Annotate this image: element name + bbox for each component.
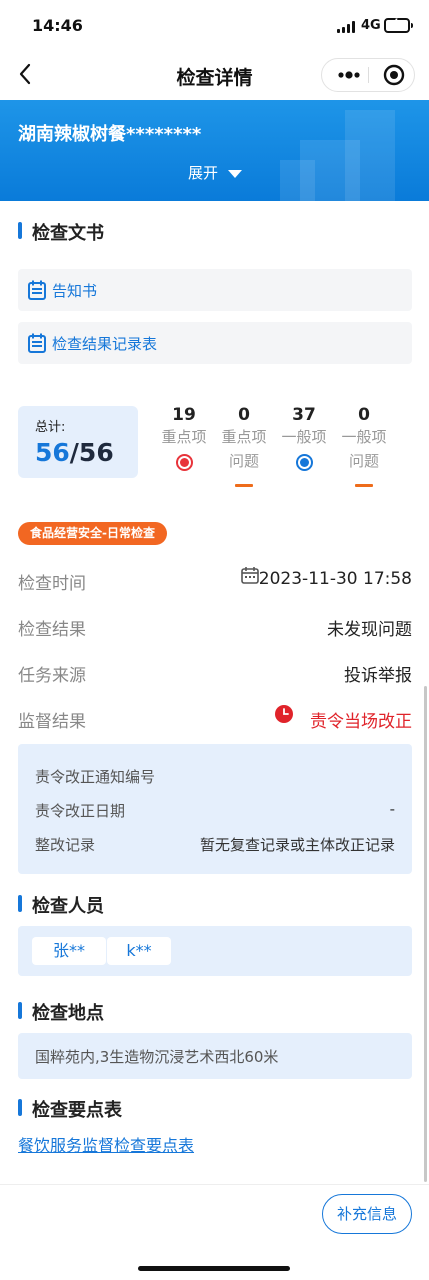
document-notice[interactable]: 告知书 bbox=[18, 269, 412, 311]
orange-dash-icon bbox=[235, 484, 253, 487]
stat-label-line2: 问题 bbox=[228, 452, 259, 470]
inspectors-box: 张** k** bbox=[18, 926, 412, 976]
section-title-inspectors: 检查人员 bbox=[18, 892, 104, 918]
rectify-notice-row: 责令改正通知编号 bbox=[35, 766, 395, 787]
section-title-location: 检查地点 bbox=[18, 999, 104, 1025]
inspect-result-label: 检查结果 bbox=[18, 620, 86, 640]
stat-label: 一般项 bbox=[281, 428, 327, 446]
status-bar: 14:46 4G bbox=[0, 0, 429, 50]
capsule-divider bbox=[368, 67, 369, 83]
stat-label-line2: 问题 bbox=[348, 452, 379, 470]
blue-dot-icon bbox=[295, 454, 313, 471]
stat-value: 0 bbox=[238, 405, 250, 425]
rectify-date-value: - bbox=[389, 800, 395, 818]
rectify-record-value: 暂无复查记录或主体改正记录 bbox=[199, 836, 395, 854]
status-time: 14:46 bbox=[32, 16, 83, 35]
row-inspect-time: 检查时间 2023-11-30 17:58 bbox=[18, 565, 412, 595]
clock-alert-icon bbox=[274, 704, 294, 724]
red-dot-icon bbox=[175, 454, 193, 471]
location-box: 国粹苑内,3生造物沉浸艺术西北60米 bbox=[18, 1033, 412, 1079]
stat-label: 重点项 bbox=[161, 428, 207, 446]
section-title-documents: 检查文书 bbox=[18, 219, 104, 245]
row-inspect-result: 检查结果 未发现问题 bbox=[18, 611, 412, 641]
total-all: /56 bbox=[69, 438, 114, 467]
task-source-label: 任务来源 bbox=[18, 666, 86, 686]
checklist-link[interactable]: 餐饮服务监督检查要点表 bbox=[18, 1132, 194, 1156]
row-task-source: 任务来源 投诉举报 bbox=[18, 657, 412, 687]
inspector-chip: 张** bbox=[32, 937, 106, 965]
stat-general-items[interactable]: 37 一般项 bbox=[276, 405, 332, 471]
total-value: 56/56 bbox=[35, 438, 114, 467]
inspect-time-value: 2023-11-30 17:58 bbox=[258, 569, 412, 589]
more-icon[interactable] bbox=[330, 59, 368, 91]
section-title-checklist: 检查要点表 bbox=[18, 1096, 122, 1122]
document-label: 检查结果记录表 bbox=[52, 335, 158, 353]
stat-value: 37 bbox=[292, 405, 316, 425]
rectify-date-row: 责令改正日期 - bbox=[35, 800, 395, 821]
bottom-action-bar: 补充信息 bbox=[0, 1184, 429, 1280]
building-decoration bbox=[345, 110, 395, 201]
calendar-icon bbox=[240, 565, 260, 585]
inspection-type-tag: 食品经营安全-日常检查 bbox=[18, 522, 167, 545]
network-type: 4G bbox=[361, 18, 381, 33]
stat-label: 一般项 bbox=[341, 428, 387, 446]
stat-value: 0 bbox=[358, 405, 370, 425]
expand-label: 展开 bbox=[188, 164, 219, 182]
mini-program-capsule bbox=[321, 58, 415, 92]
caret-down-icon bbox=[227, 169, 242, 178]
inspector-chip: k** bbox=[107, 937, 171, 965]
battery-icon bbox=[384, 18, 410, 33]
rectify-record-row: 整改记录 暂无复查记录或主体改正记录 bbox=[35, 834, 395, 855]
document-label: 告知书 bbox=[52, 282, 98, 300]
signal-icon bbox=[337, 21, 357, 33]
supplement-info-button[interactable]: 补充信息 bbox=[322, 1194, 412, 1234]
document-icon bbox=[28, 333, 46, 353]
store-header-banner: 湖南辣椒树餐******** 展开 bbox=[0, 100, 429, 201]
document-result-record[interactable]: 检查结果记录表 bbox=[18, 322, 412, 364]
expand-button[interactable]: 展开 bbox=[188, 162, 243, 183]
row-supervision-result: 监督结果 责令当场改正 bbox=[18, 703, 412, 733]
total-label: 总计: bbox=[35, 420, 66, 435]
total-done: 56 bbox=[35, 438, 70, 467]
building-decoration bbox=[280, 160, 315, 201]
total-summary: 总计: 56/56 bbox=[18, 406, 138, 478]
rectify-record-label: 整改记录 bbox=[35, 836, 96, 854]
scrollbar[interactable] bbox=[424, 686, 427, 1182]
stat-value: 19 bbox=[172, 405, 196, 425]
inspect-time-label: 检查时间 bbox=[18, 574, 86, 594]
stat-general-problems[interactable]: 0 一般项 问题 bbox=[336, 405, 392, 487]
task-source-value: 投诉举报 bbox=[344, 666, 412, 686]
rectify-notice-label: 责令改正通知编号 bbox=[35, 768, 156, 786]
location-address: 国粹苑内,3生造物沉浸艺术西北60米 bbox=[35, 1048, 279, 1066]
rectification-info-box: 责令改正通知编号 责令改正日期 - 整改记录 暂无复查记录或主体改正记录 bbox=[18, 744, 412, 874]
supervision-value: 责令当场改正 bbox=[310, 712, 412, 732]
inspect-result-value: 未发现问题 bbox=[327, 620, 412, 640]
stat-key-items[interactable]: 19 重点项 bbox=[156, 405, 212, 471]
orange-dash-icon bbox=[355, 484, 373, 487]
stat-label: 重点项 bbox=[221, 428, 267, 446]
navigation-bar: 检查详情 bbox=[0, 50, 429, 100]
battery-cap bbox=[411, 23, 413, 28]
store-name: 湖南辣椒树餐******** bbox=[18, 124, 202, 145]
document-icon bbox=[28, 280, 46, 300]
close-target-icon[interactable] bbox=[376, 59, 412, 91]
home-indicator bbox=[138, 1266, 290, 1271]
supervision-label: 监督结果 bbox=[18, 712, 86, 732]
stat-key-problems[interactable]: 0 重点项 问题 bbox=[216, 405, 272, 487]
rectify-date-label: 责令改正日期 bbox=[35, 802, 126, 820]
